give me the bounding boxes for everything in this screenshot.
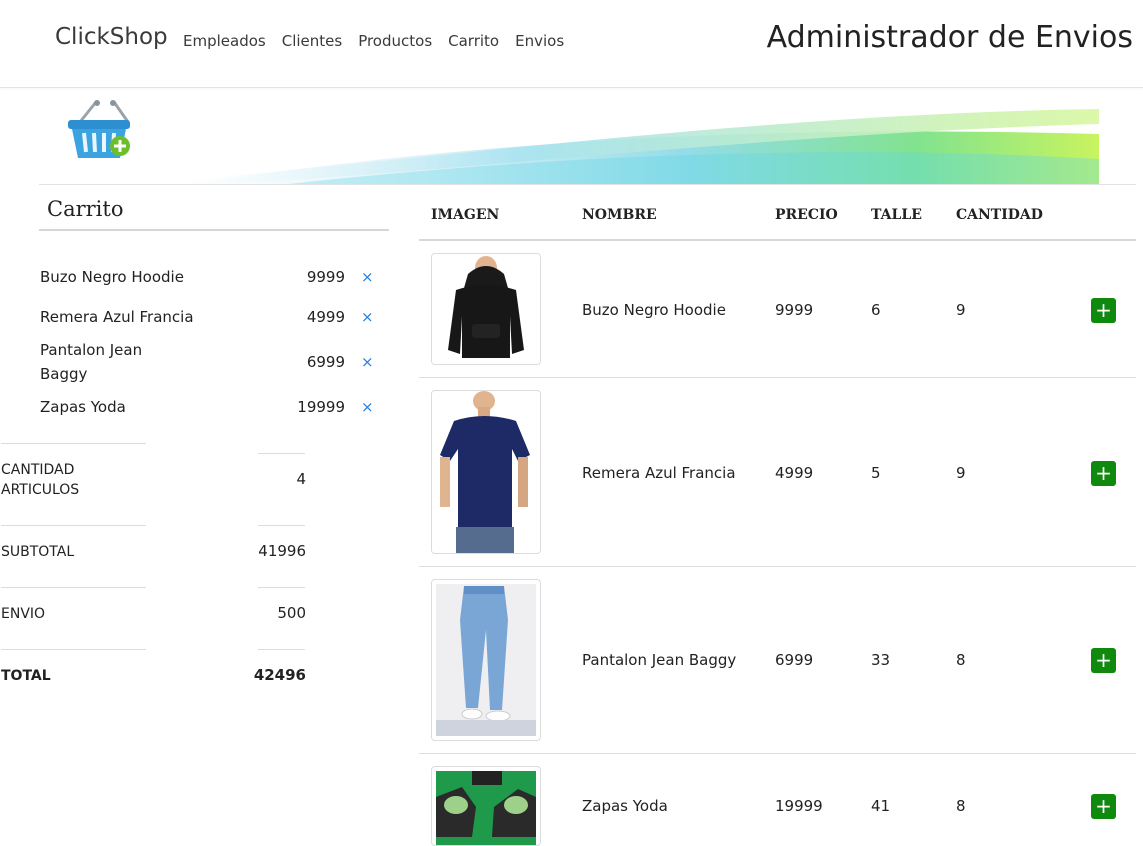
product-quantity: 8 <box>956 651 966 669</box>
product-size: 5 <box>871 464 881 482</box>
divider <box>258 649 305 650</box>
nav-link-carrito[interactable]: Carrito <box>448 32 499 50</box>
product-image-tshirt <box>431 390 541 554</box>
header-banner <box>39 104 1099 184</box>
top-navbar: ClickShop Empleados Clientes Productos C… <box>0 0 1143 88</box>
product-name: Zapas Yoda <box>582 797 668 815</box>
cart-item-price: 19999 <box>297 398 345 416</box>
divider <box>258 587 305 588</box>
quantity-value: 4 <box>296 470 306 488</box>
col-header-imagen: IMAGEN <box>431 207 500 223</box>
add-to-cart-button[interactable]: + <box>1091 648 1116 673</box>
product-size: 41 <box>871 797 891 815</box>
cart-item: Remera Azul Francia 4999 × <box>40 305 390 329</box>
remove-item-icon[interactable]: × <box>361 350 374 374</box>
shipping-value: 500 <box>277 604 306 622</box>
row-divider <box>419 377 1136 378</box>
summary-subtotal: SUBTOTAL 41996 <box>1 542 306 564</box>
banner-divider <box>39 184 1136 185</box>
divider <box>258 525 305 526</box>
add-to-cart-button[interactable]: + <box>1091 794 1116 819</box>
cart-item-price: 9999 <box>306 268 345 286</box>
cart-basket-icon <box>66 100 136 162</box>
product-price: 9999 <box>775 301 814 319</box>
cart-item: Zapas Yoda 19999 × <box>40 395 390 419</box>
row-divider <box>419 753 1136 754</box>
cart-item-price: 4999 <box>306 308 345 326</box>
summary-total: TOTAL 42496 <box>1 666 306 688</box>
divider <box>1 443 146 444</box>
product-name: Remera Azul Francia <box>582 464 736 482</box>
product-image-hoodie <box>431 253 541 365</box>
row-divider <box>419 566 1136 567</box>
total-label: TOTAL <box>1 668 51 684</box>
product-quantity: 9 <box>956 464 966 482</box>
cart-panel: Carrito <box>39 190 389 231</box>
product-image-jeans <box>431 579 541 741</box>
nav-menu: Empleados Clientes Productos Carrito Env… <box>183 32 564 50</box>
add-to-cart-button[interactable]: + <box>1091 298 1116 323</box>
quantity-label: CANTIDAD ARTICULOS <box>1 462 80 498</box>
divider <box>1 525 146 526</box>
nav-link-productos[interactable]: Productos <box>358 32 432 50</box>
table-header-divider <box>419 239 1136 241</box>
remove-item-icon[interactable]: × <box>361 305 374 329</box>
brand-logo[interactable]: ClickShop <box>55 24 168 50</box>
cart-item-name: Remera Azul Francia <box>40 308 194 326</box>
col-header-cantidad: CANTIDAD <box>956 207 1043 223</box>
cart-item: Pantalon Jean Baggy 6999 × <box>40 338 390 386</box>
product-quantity: 9 <box>956 301 966 319</box>
cart-item: Buzo Negro Hoodie 9999 × <box>40 265 390 289</box>
product-name: Pantalon Jean Baggy <box>582 651 737 669</box>
product-size: 6 <box>871 301 881 319</box>
shipping-label: ENVIO <box>1 606 46 622</box>
col-header-nombre: NOMBRE <box>582 207 657 223</box>
product-price: 6999 <box>775 651 814 669</box>
cart-title: Carrito <box>39 190 389 231</box>
col-header-precio: PRECIO <box>775 207 838 223</box>
divider <box>1 649 146 650</box>
remove-item-icon[interactable]: × <box>361 265 374 289</box>
divider <box>1 587 146 588</box>
product-price: 19999 <box>775 797 823 815</box>
product-size: 33 <box>871 651 891 669</box>
cart-item-name: Buzo Negro Hoodie <box>40 268 184 286</box>
nav-link-clientes[interactable]: Clientes <box>282 32 342 50</box>
divider <box>258 453 305 454</box>
col-header-talle: TALLE <box>871 207 922 223</box>
subtotal-label: SUBTOTAL <box>1 544 75 560</box>
product-image-sneakers <box>431 766 541 846</box>
summary-shipping: ENVIO 500 <box>1 604 306 626</box>
add-to-cart-button[interactable]: + <box>1091 461 1116 486</box>
product-name: Buzo Negro Hoodie <box>582 301 726 319</box>
page-title: Administrador de Envios <box>766 20 1133 55</box>
summary-quantity: CANTIDAD ARTICULOS 4 <box>1 460 306 502</box>
product-quantity: 8 <box>956 797 966 815</box>
subtotal-value: 41996 <box>258 542 306 560</box>
cart-item-name: Pantalon Jean Baggy <box>40 341 143 383</box>
product-price: 4999 <box>775 464 814 482</box>
nav-link-envios[interactable]: Envios <box>515 32 564 50</box>
cart-item-name: Zapas Yoda <box>40 398 126 416</box>
cart-item-price: 6999 <box>306 353 345 371</box>
remove-item-icon[interactable]: × <box>361 395 374 419</box>
total-value: 42496 <box>253 666 306 684</box>
nav-link-empleados[interactable]: Empleados <box>183 32 266 50</box>
